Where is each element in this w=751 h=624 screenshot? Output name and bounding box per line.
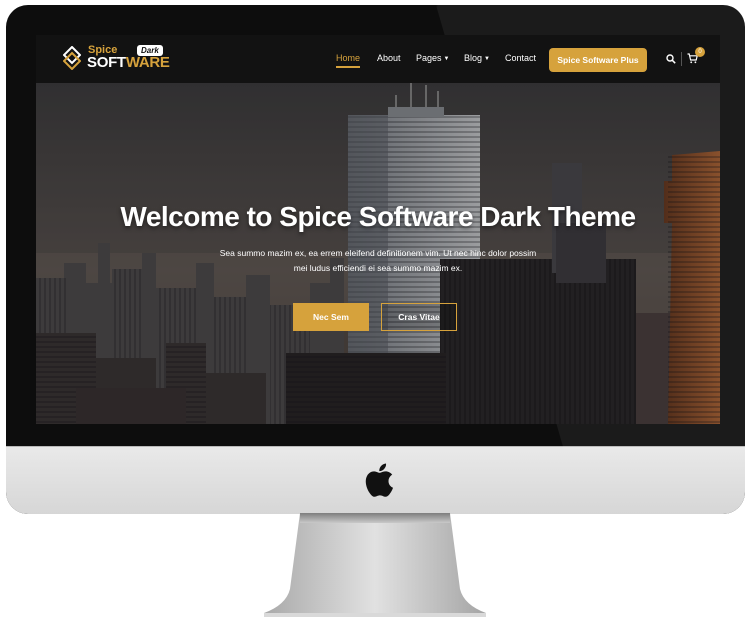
nav-separator <box>681 52 682 66</box>
hero-subtitle: Sea summo mazim ex, ea errem eleifend de… <box>206 246 550 276</box>
nav-item-contact[interactable]: Contact <box>505 53 536 63</box>
monitor-stand <box>264 513 486 617</box>
caret-down-icon: ▼ <box>484 56 490 62</box>
hero-subtitle-line: Sea summo mazim ex, ea errem eleifend de… <box>219 248 537 258</box>
caret-down-icon: ▼ <box>443 56 450 62</box>
nav-item-pages-label: Pages <box>416 53 442 63</box>
nav-item-blog[interactable]: Blog ▼ <box>464 53 490 63</box>
search-icon[interactable] <box>666 54 676 64</box>
dark-badge: Dark <box>137 45 163 56</box>
screen: Welcome to Spice Software Dark Theme Sea… <box>36 35 720 424</box>
logo-main-part: SOFT <box>87 54 126 71</box>
site-navbar: Spice SOFTWARE Dark Home About Pages ▼ Bl… <box>36 35 720 83</box>
nav-item-pages[interactable]: Pages ▼ <box>416 53 449 63</box>
hero-section: Welcome to Spice Software Dark Theme Sea… <box>36 83 720 424</box>
nav-item-home[interactable]: Home <box>336 53 361 68</box>
cart-count-badge: 0 <box>695 47 705 57</box>
nec-sem-button[interactable]: Nec Sem <box>293 303 369 331</box>
spice-software-plus-button[interactable]: Spice Software Plus <box>549 48 647 72</box>
logo-software-text[interactable]: SOFTWARE <box>87 54 170 71</box>
hero-title: Welcome to Spice Software Dark Theme <box>120 201 636 232</box>
cras-vitae-button[interactable]: Cras Vitae <box>381 303 457 331</box>
monitor-frame: Welcome to Spice Software Dark Theme Sea… <box>6 5 745 514</box>
hero-subtitle-line: mei ludus efficiendi ei sea summo mazim … <box>293 263 463 273</box>
apple-logo-icon <box>365 463 393 497</box>
logo-accent-part: WARE <box>125 54 170 71</box>
nav-item-blog-label: Blog <box>464 53 483 63</box>
nav-item-about[interactable]: About <box>377 53 401 63</box>
spice-logo-icon <box>63 46 81 70</box>
